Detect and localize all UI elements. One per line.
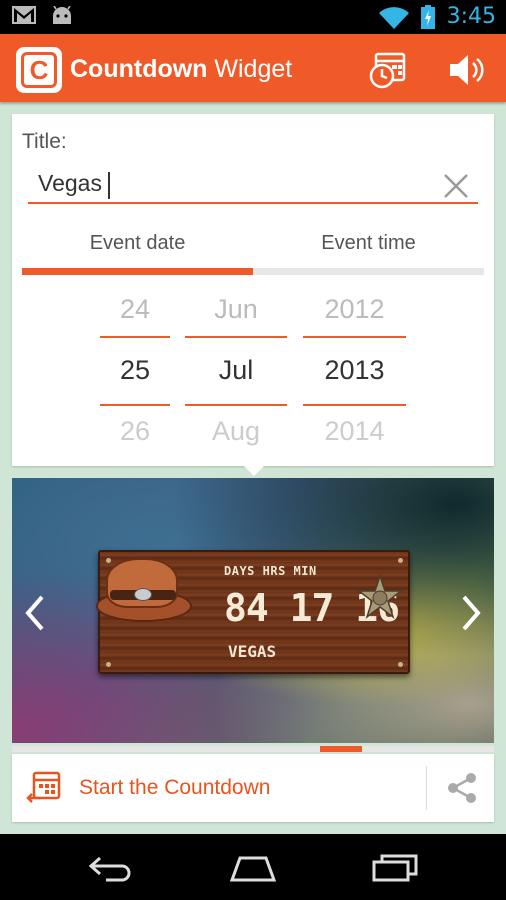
month-picker[interactable]: Jun Jul Aug [185,286,287,466]
sound-icon[interactable] [446,50,486,90]
year-picker[interactable]: 2012 2013 2014 [303,286,406,466]
widget-unit-labels: DAYS HRS MIN [224,564,317,578]
clear-icon[interactable] [440,170,472,202]
app-title-rest: Widget [214,55,293,83]
picker-divider [185,404,287,406]
countdown-widget: DAYS HRS MIN 84 17 16 VEGAS [96,550,410,674]
year-prev[interactable]: 2012 [303,294,406,325]
chevron-right-icon[interactable] [458,593,484,633]
divider [426,766,427,810]
wifi-icon [378,6,409,29]
share-icon[interactable] [444,770,480,806]
widget-event-name: VEGAS [228,642,277,661]
android-icon [53,6,71,24]
battery-charging-icon [420,4,435,29]
picker-divider [185,336,287,338]
day-current[interactable]: 25 [100,355,170,386]
settings-card: Title: Event date Event time 24 25 26 Ju… [12,114,494,466]
month-prev[interactable]: Jun [185,294,287,325]
status-bar: 3:45 [0,0,506,34]
page-indicator-active [320,746,362,752]
nail [106,558,111,563]
recent-apps-icon[interactable] [370,852,420,882]
widget-preview[interactable]: DAYS HRS MIN 84 17 16 VEGAS [12,478,494,743]
back-icon[interactable] [86,852,136,882]
picker-divider [100,336,170,338]
start-countdown-button[interactable]: Start the Countdown [79,776,270,800]
picker-divider [100,404,170,406]
day-picker[interactable]: 24 25 26 [100,286,170,466]
app-title-bold: Countdown [70,55,208,83]
app-title: Countdown Widget [70,55,292,84]
picker-divider [303,404,406,406]
gmail-icon [12,6,36,24]
tab-indicator [22,268,253,275]
year-current[interactable]: 2013 [303,355,406,386]
start-countdown-icon[interactable] [26,770,62,806]
card-pointer [242,464,266,476]
home-icon[interactable] [228,852,278,882]
nail [398,558,403,563]
status-clock: 3:45 [446,4,496,29]
picker-divider [303,336,406,338]
nail [106,662,111,667]
action-bar: C Countdown Widget [0,34,506,102]
day-prev[interactable]: 24 [100,294,170,325]
app-logo-icon[interactable]: C [16,47,62,93]
year-next[interactable]: 2014 [303,416,406,447]
chevron-left-icon[interactable] [22,593,48,633]
page-indicator [12,746,494,752]
bottom-action-bar: Start the Countdown [12,754,494,822]
date-time-tabs: Event date Event time [22,222,484,276]
title-input[interactable] [28,164,478,204]
title-label: Title: [22,130,67,153]
navigation-bar [0,834,506,900]
text-caret [108,172,110,199]
month-next[interactable]: Aug [185,416,287,447]
sheriff-badge-icon [356,574,404,620]
day-next[interactable]: 26 [100,416,170,447]
nail [398,662,403,667]
month-current[interactable]: Jul [185,355,287,386]
alarm-calendar-icon[interactable] [368,50,408,90]
